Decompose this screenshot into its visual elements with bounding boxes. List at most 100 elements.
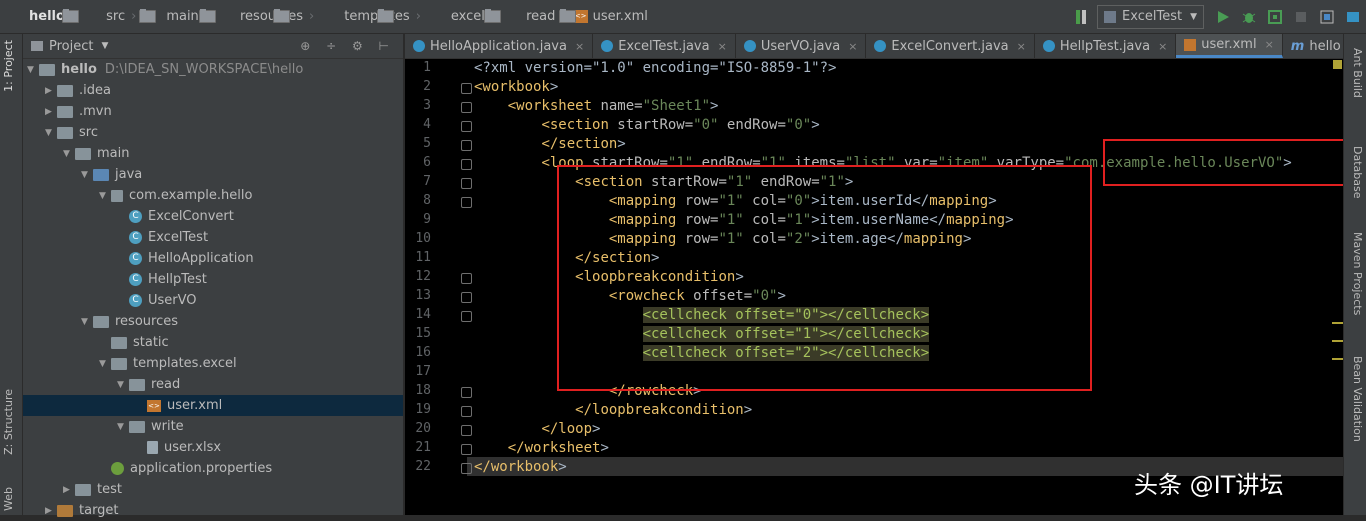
close-icon[interactable]: × (1265, 38, 1274, 51)
breadcrumb-item[interactable]: <> user.xml (573, 9, 648, 24)
fold-marker-icon[interactable] (461, 387, 472, 398)
tree-item[interactable]: C HellpTest (23, 269, 403, 290)
editor-tab[interactable]: HelloApplication.java × (405, 34, 594, 58)
tab-project[interactable]: 1: Project (2, 40, 15, 92)
tree-item[interactable]: ▼ templates.excel (23, 353, 403, 374)
fold-marker-icon[interactable] (461, 102, 472, 113)
fold-marker-icon[interactable] (461, 83, 472, 94)
chevron-down-icon[interactable]: ▼ (27, 65, 39, 75)
tree-item[interactable]: ▶ test (23, 479, 403, 500)
tree-item[interactable]: C ExcelConvert (23, 206, 403, 227)
breadcrumb-item[interactable]: read› (503, 9, 577, 24)
chevron-right-icon[interactable]: ▶ (45, 86, 57, 96)
class-icon (874, 40, 887, 52)
fold-marker-icon[interactable] (461, 463, 472, 474)
chevron-right-icon[interactable]: ▶ (45, 506, 57, 516)
fold-marker-icon[interactable] (461, 311, 472, 322)
tree-item[interactable]: ▶ .idea (23, 80, 403, 101)
close-icon[interactable]: × (1158, 40, 1167, 53)
chevron-right-icon[interactable]: ▶ (45, 107, 57, 117)
chevron-down-icon[interactable]: ▼ (81, 170, 93, 180)
close-icon[interactable]: × (1017, 40, 1026, 53)
code-editor[interactable]: 1 2 3 4 5 6 7 8 9 10 11 12 13 14 15 16 17 18 19 20 21 22 <?xm… (405, 59, 1349, 515)
panel-tools[interactable]: ⊕ ÷ ⚙ ⊢ (300, 39, 395, 53)
fold-marker-icon[interactable] (461, 121, 472, 132)
tree-item[interactable]: static (23, 332, 403, 353)
editor-tab[interactable]: ExcelTest.java × (593, 34, 736, 58)
tree-item[interactable]: <> user.xml (23, 395, 403, 416)
tree-item[interactable]: ▼ resources (23, 311, 403, 332)
tab-database[interactable]: Database (1351, 146, 1364, 199)
chevron-down-icon[interactable]: ▼ (63, 149, 75, 159)
vcs-icon[interactable] (1082, 9, 1087, 24)
tree-item-label: read (151, 377, 181, 392)
breadcrumb-item[interactable]: resources › (217, 9, 321, 24)
tab-maven-projects[interactable]: Maven Projects (1351, 232, 1364, 315)
sdk-icon[interactable] (1345, 9, 1361, 25)
breadcrumb-item[interactable]: templates› (321, 9, 428, 24)
tree-item[interactable]: user.xlsx (23, 437, 403, 458)
close-icon[interactable]: × (718, 40, 727, 53)
editor-tab[interactable]: ExcelConvert.java × (866, 34, 1035, 58)
tab-structure[interactable]: Z: Structure (2, 389, 15, 455)
fold-marker-icon[interactable] (461, 197, 472, 208)
tree-item[interactable]: C UserVO (23, 290, 403, 311)
run-icon[interactable] (1215, 9, 1231, 25)
tab-bean-validation[interactable]: Bean Validation (1351, 356, 1364, 442)
tree-item[interactable]: ▼ read (23, 374, 403, 395)
project-structure-icon[interactable] (1319, 9, 1335, 25)
editor-tab[interactable]: user.xml × (1176, 34, 1283, 58)
coverage-icon[interactable] (1267, 9, 1283, 25)
tree-item[interactable]: ▼ src (23, 122, 403, 143)
line-number: 18 (415, 383, 431, 398)
run-configuration-select[interactable]: ExcelTest ▼ (1097, 4, 1204, 29)
fold-marker-icon[interactable] (461, 178, 472, 189)
fold-marker-icon[interactable] (461, 406, 472, 417)
chevron-down-icon[interactable]: ▼ (99, 359, 111, 369)
class-icon: C (129, 252, 142, 265)
code-token: "0" (785, 117, 812, 133)
debug-icon[interactable] (1241, 9, 1257, 25)
build-icon[interactable] (1076, 9, 1081, 24)
fold-marker-icon[interactable] (461, 273, 472, 284)
breadcrumb-item[interactable]: hello› (6, 9, 83, 24)
tree-item[interactable]: ▼ com.example.hello (23, 185, 403, 206)
breadcrumb-item[interactable]: excel› (428, 9, 503, 24)
tab-web[interactable]: Web (2, 487, 15, 511)
tab-ant-build[interactable]: Ant Build (1351, 48, 1364, 98)
editor-tab[interactable]: m hello (1283, 34, 1350, 58)
run-toolbar: ExcelTest ▼ (1071, 0, 1366, 33)
fold-marker-icon[interactable] (461, 444, 472, 455)
tree-item[interactable]: C HelloApplication (23, 248, 403, 269)
tree-item[interactable]: ▼ java (23, 164, 403, 185)
tree-item[interactable]: ▼ main (23, 143, 403, 164)
chevron-right-icon[interactable]: ▶ (63, 485, 75, 495)
code-token: <?xml version="1.0" encoding="ISO-8859-1… (474, 60, 837, 76)
tree-item[interactable]: ▶ .mvn (23, 101, 403, 122)
fold-marker-icon[interactable] (461, 140, 472, 151)
editor-tab[interactable]: UserVO.java × (736, 34, 867, 58)
project-panel-title[interactable]: Project (49, 39, 93, 54)
editor-tab-label: ExcelConvert.java (891, 38, 1009, 54)
annotation-box-vartype (1103, 139, 1349, 186)
fold-marker-icon[interactable] (461, 159, 472, 170)
tree-item[interactable]: ▼ hello D:\IDEA_SN_WORKSPACE\hello (23, 59, 403, 80)
chevron-down-icon[interactable]: ▼ (81, 317, 93, 327)
tree-item[interactable]: application.properties (23, 458, 403, 479)
chevron-down-icon[interactable]: ▼ (101, 41, 108, 51)
chevron-down-icon[interactable]: ▼ (45, 128, 57, 138)
fold-marker-icon[interactable] (461, 292, 472, 303)
chevron-down-icon[interactable]: ▼ (117, 380, 129, 390)
chevron-down-icon[interactable]: ▼ (117, 422, 129, 432)
stop-icon[interactable] (1293, 9, 1309, 25)
editor-tab[interactable]: HellpTest.java × (1035, 34, 1177, 58)
tree-item[interactable]: ▼ write (23, 416, 403, 437)
breadcrumb-item[interactable]: src › (83, 9, 157, 24)
chevron-down-icon[interactable]: ▼ (99, 191, 111, 201)
tree-item[interactable]: C ExcelTest (23, 227, 403, 248)
close-icon[interactable]: × (575, 40, 584, 53)
close-icon[interactable]: × (848, 40, 857, 53)
tree-item[interactable]: ▶ target (23, 500, 403, 521)
fold-marker-icon[interactable] (461, 425, 472, 436)
